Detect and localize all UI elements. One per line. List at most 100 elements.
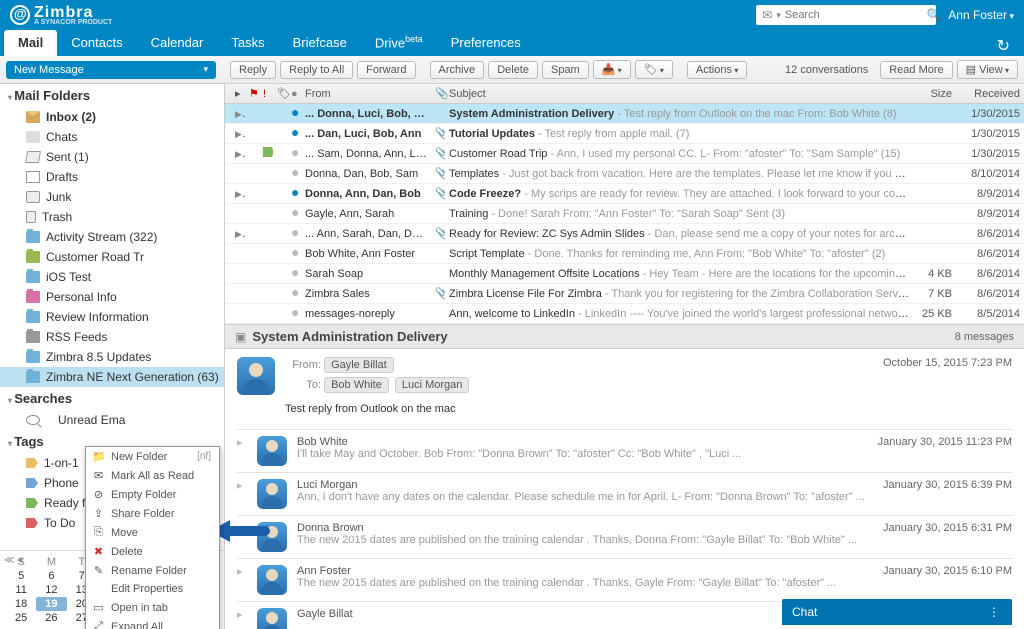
tag-dropdown[interactable]: 🏷 <box>635 60 673 79</box>
thread-item[interactable]: ▸Ann FosterThe new 2015 dates are publis… <box>237 558 1012 601</box>
archive-button[interactable]: Archive <box>430 61 485 79</box>
flag-column-icon[interactable]: ⚑ <box>245 87 259 100</box>
message-row[interactable]: ▶●... Dan, Luci, Bob, Ann📎Tutorial Updat… <box>225 124 1024 144</box>
tab-tasks[interactable]: Tasks <box>217 30 278 56</box>
from-chip[interactable]: Gayle Billat <box>324 357 394 373</box>
cal-day[interactable]: 26 <box>36 611 66 625</box>
context-menuitem[interactable]: ▭Open in tab <box>86 598 219 617</box>
saved-search-item[interactable]: Unread Ema <box>0 410 224 430</box>
expand-icon[interactable]: ▸ <box>237 608 247 629</box>
expand-icon[interactable]: ▶ <box>235 148 245 160</box>
expand-column-icon[interactable]: ▸ <box>231 87 245 100</box>
folder-item[interactable]: iOS Test <box>0 267 224 287</box>
folder-item[interactable]: Inbox (2) <box>0 107 224 127</box>
message-row[interactable]: ●Sarah SoapMonthly Management Offsite Lo… <box>225 264 1024 284</box>
folder-item[interactable]: Activity Stream (322) <box>0 227 224 247</box>
folder-item[interactable]: Zimbra 8.5 Updates <box>0 347 224 367</box>
context-menuitem[interactable]: ⤢Expand All <box>86 617 219 629</box>
user-menu[interactable]: Ann Foster <box>948 8 1014 22</box>
message-row[interactable]: ▶●Donna, Ann, Dan, Bob📎Code Freeze? - My… <box>225 184 1024 204</box>
folder-item[interactable]: Customer Road Tr <box>0 247 224 267</box>
tab-drive[interactable]: Drivebeta <box>361 29 437 56</box>
message-row[interactable]: ▶●... Donna, Luci, Bob, GayleSystem Admi… <box>225 104 1024 124</box>
cal-day[interactable]: 5 <box>6 569 36 583</box>
context-menuitem[interactable]: ⎘Move <box>86 523 219 542</box>
folder-item[interactable]: Zimbra NE Next Generation (63) <box>0 367 224 387</box>
cal-day[interactable]: 12 <box>36 583 66 597</box>
to-chip[interactable]: Bob White <box>324 377 389 393</box>
message-row[interactable]: ●Bob White, Ann FosterScript Template - … <box>225 244 1024 264</box>
chat-bar[interactable]: Chat ⋮ <box>782 599 1012 625</box>
tab-calendar[interactable]: Calendar <box>137 30 218 56</box>
folder-item[interactable]: Personal Info <box>0 287 224 307</box>
folder-item[interactable]: Junk <box>0 187 224 207</box>
thread-item[interactable]: ▸Donna BrownThe new 2015 dates are publi… <box>237 515 1012 558</box>
cal-day[interactable]: 19 <box>36 597 66 611</box>
size-column-header[interactable]: Size <box>914 88 956 100</box>
tab-mail[interactable]: Mail <box>4 30 57 56</box>
expand-thread-icon[interactable]: ▣ <box>235 330 246 344</box>
message-row[interactable]: ●messages-noreplyAnn, welcome to LinkedI… <box>225 304 1024 324</box>
mail-folders-header[interactable]: Mail Folders <box>0 84 224 107</box>
status-column-icon[interactable]: ● <box>287 88 301 100</box>
context-menuitem[interactable]: 📁New Folder[nf] <box>86 447 219 466</box>
reply-all-button[interactable]: Reply to All <box>280 61 353 79</box>
folder-item[interactable]: Sent (1) <box>0 147 224 167</box>
tab-contacts[interactable]: Contacts <box>57 30 136 56</box>
context-menuitem[interactable]: Edit Properties <box>86 580 219 598</box>
priority-column-icon[interactable]: ! <box>259 88 273 100</box>
reply-button[interactable]: Reply <box>230 61 276 79</box>
searches-header[interactable]: Searches <box>0 387 224 410</box>
chat-menu-icon[interactable]: ⋮ <box>988 605 1002 619</box>
message-row[interactable]: ▶●... Sam, Donna, Ann, Luci📎Customer Roa… <box>225 144 1024 164</box>
view-dropdown[interactable]: ▤ View <box>957 60 1018 79</box>
folder-item[interactable]: Drafts <box>0 167 224 187</box>
move-dropdown[interactable]: 📥 <box>593 60 631 79</box>
to-chip[interactable]: Luci Morgan <box>395 377 470 393</box>
search-input[interactable] <box>785 9 927 21</box>
search-scope-dropdown[interactable]: ▾ <box>776 10 781 21</box>
folder-item[interactable]: Review Information <box>0 307 224 327</box>
cal-day[interactable]: 11 <box>6 583 36 597</box>
received-column-header[interactable]: Received <box>956 88 1024 100</box>
expand-icon[interactable]: ▸ <box>237 565 247 595</box>
expand-icon[interactable]: ▶ <box>235 228 245 240</box>
message-row[interactable]: ●Gayle, Ann, SarahTraining - Done! Sarah… <box>225 204 1024 224</box>
cal-day[interactable]: 6 <box>36 569 66 583</box>
expand-icon[interactable]: ▶ <box>235 108 245 120</box>
expand-icon[interactable]: ▸ <box>237 436 247 466</box>
expand-icon[interactable]: ▸ <box>237 479 247 509</box>
thread-item[interactable]: ▸Luci MorganAnn, I don't have any dates … <box>237 472 1012 515</box>
message-row[interactable]: ▶●... Ann, Sarah, Dan, Donna📎Ready for R… <box>225 224 1024 244</box>
message-row[interactable]: ●Donna, Dan, Bob, Sam📎Templates - Just g… <box>225 164 1024 184</box>
expand-icon[interactable]: ▶ <box>235 128 245 140</box>
refresh-icon[interactable]: ↻ <box>997 36 1024 56</box>
read-more-button[interactable]: Read More <box>880 61 952 79</box>
tab-briefcase[interactable]: Briefcase <box>279 30 361 56</box>
delete-button[interactable]: Delete <box>488 61 538 79</box>
attachment-column-icon[interactable]: 📎 <box>431 87 445 100</box>
tab-preferences[interactable]: Preferences <box>437 30 535 56</box>
new-message-button[interactable]: New Message <box>6 61 216 79</box>
thread-item[interactable]: ▸Bob WhiteI'll take May and October. Bob… <box>237 429 1012 472</box>
message-row[interactable]: ●Zimbra Sales📎Zimbra License File For Zi… <box>225 284 1024 304</box>
actions-dropdown[interactable]: Actions <box>687 61 747 79</box>
spam-button[interactable]: Spam <box>542 61 589 79</box>
folder-item[interactable]: Chats <box>0 127 224 147</box>
context-menuitem[interactable]: ✎Rename Folder <box>86 561 219 580</box>
context-menuitem[interactable]: ✖Delete <box>86 542 219 561</box>
from-column-header[interactable]: From <box>301 88 431 100</box>
expand-icon[interactable]: ▶ <box>235 188 245 200</box>
search-icon[interactable]: 🔍 <box>927 8 942 22</box>
cal-day[interactable]: 18 <box>6 597 36 611</box>
folder-item[interactable]: Trash <box>0 207 224 227</box>
context-menuitem[interactable]: ⊘Empty Folder <box>86 485 219 504</box>
context-menuitem[interactable]: ⇪Share Folder <box>86 504 219 523</box>
cal-prev-icon[interactable]: ≪ ◂ <box>4 555 22 566</box>
tag-column-icon[interactable]: 🏷 <box>273 87 287 100</box>
context-menuitem[interactable]: ✉Mark All as Read <box>86 466 219 485</box>
forward-button[interactable]: Forward <box>357 61 415 79</box>
folder-item[interactable]: RSS Feeds <box>0 327 224 347</box>
subject-column-header[interactable]: Subject <box>445 88 914 100</box>
cal-day[interactable]: 25 <box>6 611 36 625</box>
